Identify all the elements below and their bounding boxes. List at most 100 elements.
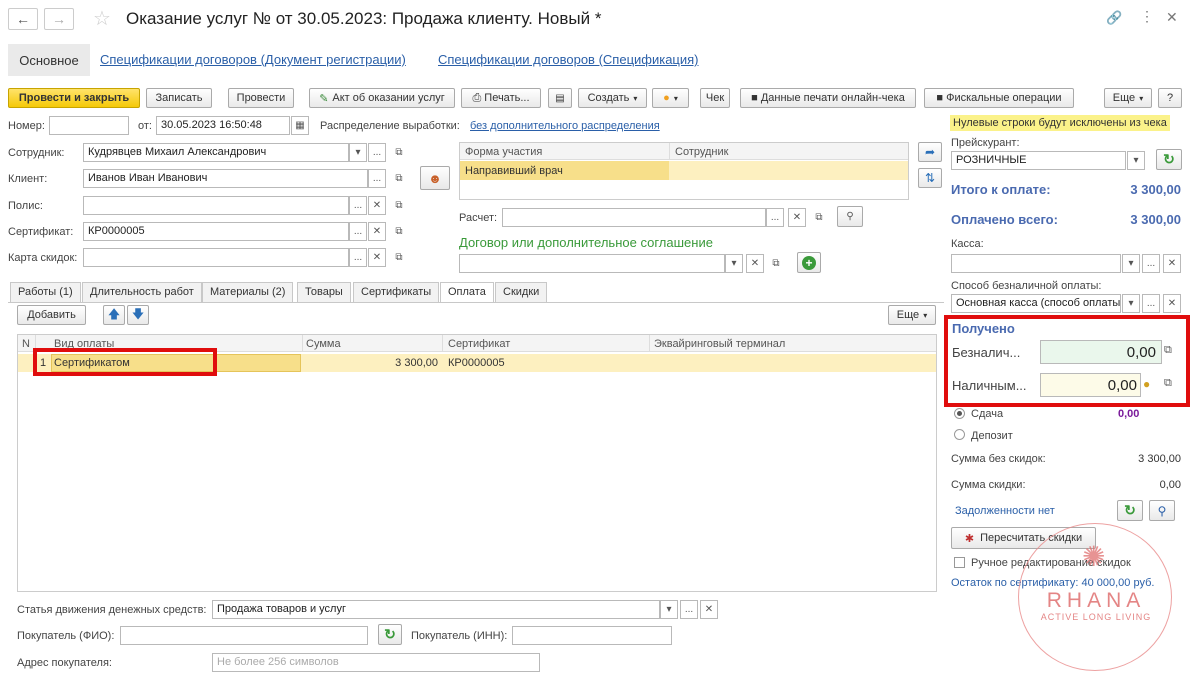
move-down-button[interactable]: 🡇 [127, 305, 149, 325]
open-icon[interactable]: ⧉ [390, 248, 408, 267]
tab-duration[interactable]: Длительность работ [82, 282, 202, 302]
dropdown-icon[interactable]: ▾ [1127, 151, 1145, 170]
buyer-address-label: Адрес покупателя: [17, 657, 112, 669]
refresh-buyer-button[interactable]: ↻ [378, 624, 402, 645]
distribution-link[interactable]: без дополнительного распределения [470, 120, 660, 132]
select-icon[interactable]: ... [349, 196, 367, 215]
search-debts-button[interactable]: ⚲ [1149, 500, 1175, 521]
close-icon[interactable]: ✕ [1166, 9, 1178, 26]
buyer-inn-field[interactable] [512, 626, 672, 645]
pricelist-field[interactable]: РОЗНИЧНЫЕ [951, 151, 1126, 170]
more-button[interactable]: Еще ▾ [1104, 88, 1152, 108]
print-data-button[interactable]: ■ Данные печати онлайн-чека [740, 88, 916, 108]
tab-works[interactable]: Работы (1) [10, 282, 81, 302]
select-icon[interactable]: ... [349, 222, 367, 241]
tab-goods[interactable]: Товары [297, 282, 351, 302]
tab-main[interactable]: Основное [8, 44, 90, 76]
clear-icon[interactable]: ✕ [788, 208, 806, 227]
clear-icon[interactable]: ✕ [700, 600, 718, 619]
discount-card-field[interactable] [83, 248, 349, 267]
number-field[interactable] [49, 116, 129, 135]
select-icon[interactable]: ... [368, 143, 386, 162]
act-button[interactable]: ✎ Акт об оказании услуг [309, 88, 455, 108]
select-icon[interactable]: ... [766, 208, 784, 227]
client-card-button[interactable]: ☻ [420, 166, 450, 190]
tab-discounts[interactable]: Скидки [495, 282, 548, 302]
tab-spec-registration[interactable]: Спецификации договоров (Документ регистр… [100, 52, 406, 67]
link-icon[interactable]: 🔗 [1106, 10, 1122, 26]
employee-field[interactable]: Кудрявцев Михаил Александрович [83, 143, 349, 162]
clear-icon[interactable]: ✕ [1163, 254, 1181, 273]
highlight-payment-type [33, 348, 217, 376]
info-button[interactable]: ● ▾ [652, 88, 689, 108]
buyer-inn-label: Покупатель (ИНН): [411, 630, 508, 642]
post-and-close-button[interactable]: Провести и закрыть [8, 88, 140, 108]
buyer-name-field[interactable] [120, 626, 368, 645]
open-icon[interactable]: ⧉ [767, 254, 785, 273]
no-debts-link[interactable]: Задолженности нет [955, 505, 1055, 517]
open-icon[interactable]: ⧉ [390, 196, 408, 215]
settlement-field[interactable] [502, 208, 766, 227]
fiscal-button[interactable]: ■ Фискальные операции [924, 88, 1074, 108]
date-field[interactable]: 30.05.2023 16:50:48 [156, 116, 290, 135]
client-field[interactable]: Иванов Иван Иванович [83, 169, 368, 188]
refresh-pricelist-button[interactable]: ↻ [1156, 149, 1182, 170]
print-button[interactable]: ⎙ Печать... [461, 88, 541, 108]
settlement-search-button[interactable]: ⚲ [837, 206, 863, 227]
dropdown-icon[interactable]: ▾ [725, 254, 743, 273]
clear-icon[interactable]: ✕ [746, 254, 764, 273]
dropdown-icon[interactable]: ▾ [1122, 254, 1140, 273]
doc-icon-button[interactable]: ▤ [548, 88, 572, 108]
tab-materials[interactable]: Материалы (2) [202, 282, 294, 302]
policy-field[interactable] [83, 196, 349, 215]
open-icon[interactable]: ⧉ [390, 169, 408, 188]
tab-spec-specification[interactable]: Спецификации договоров (Спецификация) [438, 52, 699, 67]
select-icon[interactable]: ... [1142, 294, 1160, 313]
contract-field[interactable] [459, 254, 725, 273]
clear-icon[interactable]: ✕ [1163, 294, 1181, 313]
back-button[interactable]: ← [8, 8, 38, 30]
change-radio[interactable] [954, 408, 965, 419]
clear-icon[interactable]: ✕ [368, 196, 386, 215]
move-up-button[interactable]: ➦ [918, 142, 942, 162]
add-payment-button[interactable]: Добавить [17, 305, 86, 325]
buyer-address-field[interactable]: Не более 256 символов [212, 653, 540, 672]
move-up-button[interactable]: 🡅 [103, 305, 125, 325]
add-contract-button[interactable]: + [797, 252, 821, 273]
cash-flow-field[interactable]: Продажа товаров и услуг [212, 600, 660, 619]
dropdown-icon[interactable]: ▾ [660, 600, 678, 619]
favorite-star-icon[interactable]: ☆ [93, 6, 111, 31]
deposit-radio[interactable] [954, 429, 965, 440]
open-icon[interactable]: ⧉ [390, 143, 408, 162]
open-icon[interactable]: ⧉ [810, 208, 828, 227]
manual-discount-checkbox[interactable] [954, 557, 965, 568]
post-button[interactable]: Провести [228, 88, 294, 108]
certificate-field[interactable]: КР0000005 [83, 222, 349, 241]
check-button[interactable]: Чек [700, 88, 730, 108]
select-icon[interactable]: ... [680, 600, 698, 619]
refresh-side-button[interactable]: ⇅ [918, 168, 942, 188]
table-more-button[interactable]: Еще ▾ [888, 305, 936, 325]
tab-certificates[interactable]: Сертификаты [353, 282, 440, 302]
chevron-down-icon: ▾ [923, 310, 928, 320]
help-button[interactable]: ? [1158, 88, 1182, 108]
dropdown-icon[interactable]: ▾ [349, 143, 367, 162]
create-button[interactable]: Создать ▾ [578, 88, 647, 108]
save-button[interactable]: Записать [146, 88, 212, 108]
select-icon[interactable]: ... [349, 248, 367, 267]
cashless-method-field[interactable]: Основная касса (способ оплаты [951, 294, 1121, 313]
refresh-debts-button[interactable]: ↻ [1117, 500, 1143, 521]
dropdown-icon[interactable]: ▾ [1122, 294, 1140, 313]
select-icon[interactable]: ... [1142, 254, 1160, 273]
total-value: 3 300,00 [1130, 182, 1181, 197]
clear-icon[interactable]: ✕ [368, 248, 386, 267]
menu-icon[interactable]: ⋮ [1140, 8, 1154, 25]
forward-button[interactable]: → [44, 8, 74, 30]
clear-icon[interactable]: ✕ [368, 222, 386, 241]
select-icon[interactable]: ... [368, 169, 386, 188]
cashbox-field[interactable] [951, 254, 1121, 273]
change-label: Сдача [971, 408, 1004, 420]
tab-payment[interactable]: Оплата [440, 282, 494, 303]
calendar-icon[interactable]: ▦ [291, 116, 309, 135]
open-icon[interactable]: ⧉ [390, 222, 408, 241]
